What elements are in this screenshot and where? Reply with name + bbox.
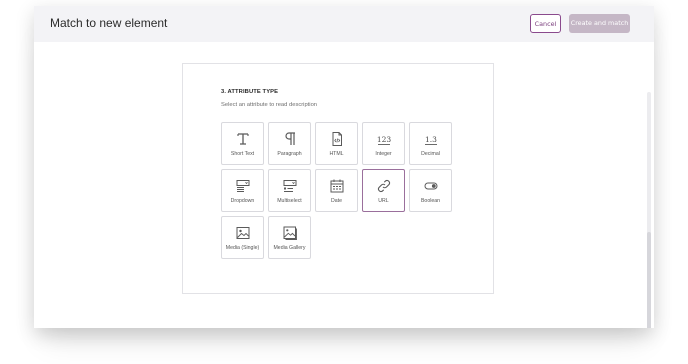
attribute-tile-integer[interactable]: 123 Integer — [362, 122, 405, 165]
html-icon — [332, 132, 342, 146]
short-text-icon — [237, 133, 249, 145]
attribute-tile-media-gallery[interactable]: Media Gallery — [268, 216, 311, 259]
modal-title: Match to new element — [50, 16, 168, 30]
create-and-match-button[interactable]: Create and match — [569, 14, 630, 33]
image-icon — [236, 227, 250, 239]
section-subtitle: Select an attribute to read description — [221, 102, 318, 108]
toggle-icon — [424, 182, 438, 190]
paragraph-icon — [285, 132, 295, 145]
tile-label: Media (Single) — [225, 245, 260, 251]
scrollbar-thumb[interactable] — [647, 232, 651, 328]
attribute-tile-decimal[interactable]: 1.3 Decimal — [409, 122, 452, 165]
link-icon — [377, 179, 391, 193]
dropdown-icon — [236, 180, 250, 192]
tile-label: Date — [331, 198, 342, 204]
tile-label: Short Text — [230, 151, 255, 157]
multiselect-icon — [283, 180, 297, 192]
gallery-icon — [283, 226, 297, 240]
integer-icon: 123 — [377, 135, 392, 145]
attribute-tile-multiselect[interactable]: Multiselect — [268, 169, 311, 212]
tile-label: Multiselect — [277, 198, 302, 204]
tile-label: Dropdown — [230, 198, 255, 204]
attribute-tile-url[interactable]: URL — [362, 169, 405, 212]
date-icon — [330, 179, 344, 193]
modal-content: 3. ATTRIBUTE TYPE Select an attribute to… — [34, 42, 654, 328]
attribute-type-card: 3. ATTRIBUTE TYPE Select an attribute to… — [182, 63, 494, 294]
modal-window: Match to new element Cancel Create and m… — [34, 6, 654, 328]
tile-label: Boolean — [420, 198, 441, 204]
tile-label: Paragraph — [277, 151, 302, 157]
tile-label: HTML — [329, 151, 344, 157]
tile-label: Media Gallery — [273, 245, 306, 251]
attribute-tile-short-text[interactable]: Short Text — [221, 122, 264, 165]
decimal-icon-text: 1.3 — [425, 135, 437, 144]
tile-label: Decimal — [421, 151, 440, 157]
tile-label: URL — [378, 198, 389, 204]
attribute-tile-paragraph[interactable]: Paragraph — [268, 122, 311, 165]
tile-label: Integer — [375, 151, 392, 157]
scrollbar-track[interactable] — [647, 92, 651, 328]
attribute-tile-date[interactable]: Date — [315, 169, 358, 212]
attribute-tile-media-single[interactable]: Media (Single) — [221, 216, 264, 259]
attribute-tile-html[interactable]: HTML — [315, 122, 358, 165]
integer-icon-text: 123 — [377, 135, 392, 144]
section-title: 3. ATTRIBUTE TYPE — [221, 89, 279, 95]
decimal-icon: 1.3 — [425, 135, 437, 145]
cancel-button[interactable]: Cancel — [530, 14, 561, 33]
attribute-tile-dropdown[interactable]: Dropdown — [221, 169, 264, 212]
attribute-tile-boolean[interactable]: Boolean — [409, 169, 452, 212]
modal-header: Match to new element Cancel Create and m… — [34, 6, 654, 42]
